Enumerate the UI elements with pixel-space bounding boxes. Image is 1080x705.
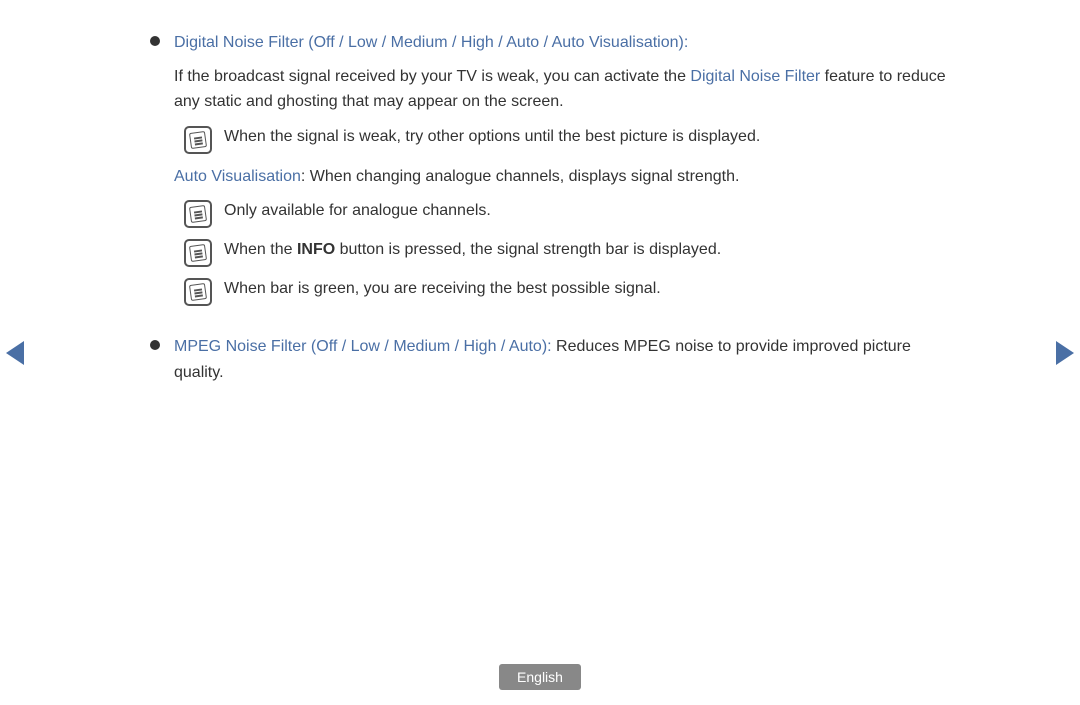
sub-note-text-1: Only available for analogue channels.	[224, 199, 950, 223]
left-arrow-icon	[6, 341, 24, 365]
digital-noise-body: If the broadcast signal received by your…	[174, 64, 950, 115]
digital-noise-heading: Digital Noise Filter (Off / Low / Medium…	[174, 30, 950, 56]
language-button[interactable]: English	[499, 664, 581, 690]
info-text-after: button is pressed, the signal strength b…	[335, 241, 721, 258]
digital-noise-body-link: Digital Noise Filter	[690, 68, 820, 85]
nav-arrow-right[interactable]	[1050, 328, 1080, 378]
digital-noise-content: Digital Noise Filter (Off / Low / Medium…	[174, 30, 950, 316]
mpeg-noise-heading: MPEG Noise Filter (Off / Low / Medium / …	[174, 334, 950, 385]
content-area: Digital Noise Filter (Off / Low / Medium…	[90, 0, 990, 654]
digital-noise-title: Digital Noise Filter (Off / Low / Medium…	[174, 34, 688, 51]
list-item-digital-noise: Digital Noise Filter (Off / Low / Medium…	[150, 30, 950, 316]
mpeg-noise-title: MPEG Noise Filter (Off / Low / Medium / …	[174, 338, 552, 355]
sub-note-block-3: When bar is green, you are receiving the…	[174, 277, 950, 306]
sub-note-icon-3	[184, 278, 212, 306]
note-block-1: When the signal is weak, try other optio…	[174, 125, 950, 154]
bullet-dot-2	[150, 340, 160, 350]
sub-note-icon-2	[184, 239, 212, 267]
auto-vis-heading: Auto Visualisation	[174, 168, 301, 185]
bullet-dot	[150, 36, 160, 46]
main-list: Digital Noise Filter (Off / Low / Medium…	[150, 30, 950, 394]
mpeg-noise-content: MPEG Noise Filter (Off / Low / Medium / …	[174, 334, 950, 393]
bottom-bar: English	[0, 654, 1080, 705]
info-bold: INFO	[297, 241, 335, 258]
sub-note-block-1: Only available for analogue channels.	[174, 199, 950, 228]
auto-vis-cont: : When changing analogue channels, displ…	[301, 168, 740, 185]
list-item-mpeg-noise: MPEG Noise Filter (Off / Low / Medium / …	[150, 334, 950, 393]
note-text-1: When the signal is weak, try other optio…	[224, 125, 950, 149]
sub-note-text-3: When bar is green, you are receiving the…	[224, 277, 950, 301]
nav-arrow-left[interactable]	[0, 328, 30, 378]
sub-note-icon-1	[184, 200, 212, 228]
sub-note-block-2: When the INFO button is pressed, the sig…	[174, 238, 950, 267]
digital-noise-body-text1: If the broadcast signal received by your…	[174, 68, 690, 85]
right-arrow-icon	[1056, 341, 1074, 365]
info-text-before: When the	[224, 241, 297, 258]
page-container: Digital Noise Filter (Off / Low / Medium…	[0, 0, 1080, 705]
sub-note-text-2: When the INFO button is pressed, the sig…	[224, 238, 950, 262]
note-icon-1	[184, 126, 212, 154]
auto-vis-paragraph: Auto Visualisation: When changing analog…	[174, 164, 950, 190]
